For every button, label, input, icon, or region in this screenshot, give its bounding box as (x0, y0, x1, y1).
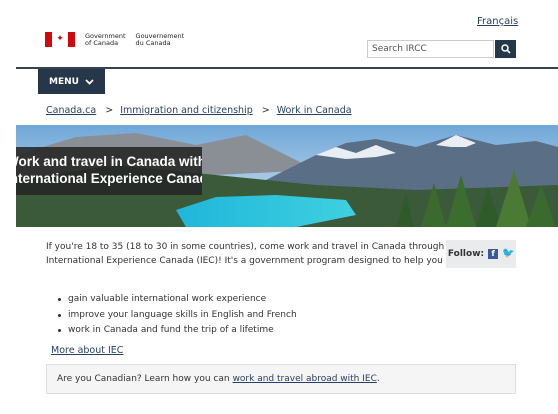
callout-suffix: . (376, 374, 380, 384)
social-follow-box: Follow: f 🐦 (446, 240, 516, 268)
canadian-callout: Are you Canadian? Learn how you can work… (46, 364, 516, 394)
follow-label: Follow: (447, 249, 485, 259)
list-item: gain valuable international work experie… (58, 292, 297, 308)
breadcrumb-canada-ca[interactable]: Canada.ca (46, 105, 96, 116)
search-input[interactable]: Search IRCC (367, 40, 494, 58)
breadcrumb: Canada.ca > Immigration and citizenship … (46, 105, 352, 116)
hero-caption: Work and travel in Canada with Internati… (16, 147, 202, 195)
search-icon (500, 44, 511, 54)
breadcrumb-work-in-canada[interactable]: Work in Canada (277, 105, 352, 116)
breadcrumb-separator: > (261, 105, 270, 116)
gc-signature-logo[interactable]: ✦ Government of Canada Gouvernement du C… (45, 32, 194, 47)
hero-banner: Work and travel in Canada with Internati… (16, 125, 558, 227)
benefits-list: gain valuable international work experie… (58, 292, 297, 339)
hero-title-line2: International Experience Canada (16, 171, 202, 186)
chevron-down-icon (85, 78, 94, 85)
facebook-icon[interactable]: f (488, 249, 499, 259)
callout-text: Are you Canadian? Learn how you can (57, 374, 230, 384)
menu-button[interactable]: MENU (38, 69, 105, 94)
list-item: work in Canada and fund the trip of a li… (58, 323, 297, 339)
breadcrumb-immigration[interactable]: Immigration and citizenship (120, 105, 253, 116)
list-item: improve your language skills in English … (58, 308, 297, 324)
intro-paragraph: If you're 18 to 35 (18 to 30 in some cou… (46, 242, 445, 266)
language-toggle-link[interactable]: Français (477, 16, 518, 27)
canada-flag-icon: ✦ (45, 32, 75, 47)
gc-wordmark: Government of Canada Gouvernement du Can… (85, 32, 194, 47)
menu-label: MENU (49, 76, 79, 87)
work-abroad-link[interactable]: work and travel abroad with IEC (233, 374, 377, 384)
signature-fr-line2: du Canada (135, 38, 171, 47)
signature-en-line2: of Canada (85, 38, 119, 47)
twitter-icon[interactable]: 🐦 (502, 249, 514, 259)
more-about-iec-link[interactable]: More about IEC (51, 345, 123, 356)
breadcrumb-separator: > (105, 105, 114, 116)
hero-title-line1: Work and travel in Canada with (16, 154, 202, 169)
search-button[interactable] (495, 40, 516, 58)
